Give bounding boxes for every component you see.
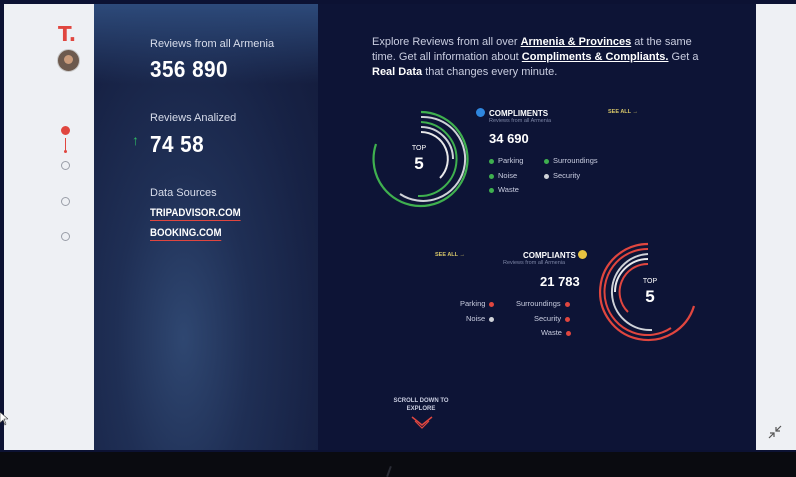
cursor-icon xyxy=(0,412,8,426)
source-link-tripadvisor[interactable]: TRIPADVISOR.COM xyxy=(150,207,241,221)
compliment-item-surroundings[interactable]: Surroundings xyxy=(544,156,598,165)
scroll-line-1: SCROLL DOWN TO xyxy=(393,398,449,404)
step-indicator-1[interactable] xyxy=(61,126,70,135)
legend-dot xyxy=(564,301,570,307)
legend-dot xyxy=(489,158,494,164)
see-all-label: SEE ALL xyxy=(435,252,458,258)
legend-dot xyxy=(489,301,495,307)
legend-dot xyxy=(565,330,571,336)
legend-label: Security xyxy=(534,314,562,323)
step-indicator-3[interactable] xyxy=(61,197,70,206)
compliment-item-parking[interactable]: Parking xyxy=(489,156,523,165)
legend-label: Waste xyxy=(541,328,562,337)
collapse-icon[interactable] xyxy=(768,425,782,439)
legend-dot xyxy=(565,316,571,322)
scroll-line-2: EXPLORE xyxy=(406,406,436,412)
chevron-down-icon[interactable] xyxy=(410,415,434,431)
step-progress-line xyxy=(64,138,67,153)
smile-icon xyxy=(476,108,485,117)
legend-label: Surroundings xyxy=(553,156,598,165)
compliment-item-waste[interactable]: Waste xyxy=(489,185,519,194)
intro-text-part: that changes every minute. xyxy=(422,66,558,78)
right-sidebar xyxy=(756,4,796,450)
avatar-face-icon xyxy=(64,55,73,64)
legend-dot xyxy=(489,173,494,179)
monitor-bezel xyxy=(0,452,796,477)
reviews-all-value: 356 890 xyxy=(150,56,228,82)
step-indicator-4[interactable] xyxy=(61,232,70,241)
main-content: Explore Reviews from all over Armenia & … xyxy=(318,4,756,450)
compliant-item-noise[interactable]: Noise xyxy=(466,314,495,323)
intro-text: Explore Reviews from all over Armenia & … xyxy=(372,35,702,80)
arrow-right-icon: → xyxy=(459,252,465,258)
compliments-count: 34 690 xyxy=(489,131,529,146)
compliants-title: COMPLIANTS xyxy=(523,251,576,260)
compliment-item-security[interactable]: Security xyxy=(544,171,580,180)
frown-icon xyxy=(578,250,587,259)
intro-text-part: Get a xyxy=(668,51,699,63)
real-data-highlight: Real Data xyxy=(372,66,423,78)
source-link-booking[interactable]: BOOKING.COM xyxy=(150,227,222,241)
see-all-label: SEE ALL xyxy=(608,109,631,115)
compliments-title: COMPLIMENTS xyxy=(489,109,549,118)
hero-panel: Reviews from all Armenia 356 890 Reviews… xyxy=(94,4,318,450)
compliant-item-waste[interactable]: Waste xyxy=(541,328,571,337)
reviews-analyzed-value: 74 58 xyxy=(150,131,205,157)
compliants-count: 21 783 xyxy=(540,274,580,289)
scroll-down-prompt[interactable]: SCROLL DOWN TO EXPLORE xyxy=(389,397,453,413)
legend-label: Noise xyxy=(466,314,486,323)
armenia-provinces-link[interactable]: Armenia & Provinces xyxy=(521,36,632,48)
left-sidebar xyxy=(4,4,94,450)
legend-label: Parking xyxy=(498,156,524,165)
legend-label: Security xyxy=(553,171,581,180)
step-indicator-2[interactable] xyxy=(61,161,70,170)
compliant-item-parking[interactable]: Parking xyxy=(460,299,495,308)
avatar[interactable] xyxy=(57,49,80,72)
compliment-item-noise[interactable]: Noise xyxy=(489,171,517,180)
up-arrow-icon: ↑ xyxy=(132,132,139,148)
arrow-right-icon: → xyxy=(632,109,638,115)
compliments-top-number: 5 xyxy=(414,154,424,173)
legend-label: Parking xyxy=(460,299,486,308)
reviews-analyzed-label: Reviews Analized xyxy=(150,112,237,124)
intro-text-part: Explore Reviews from all over xyxy=(372,36,521,48)
compliants-top-number: 5 xyxy=(645,287,655,306)
legend-label: Surroundings xyxy=(516,299,561,308)
legend-dot xyxy=(544,158,549,164)
legend-dot xyxy=(489,187,494,193)
logo[interactable]: T. xyxy=(58,22,76,46)
compliants-top-label: TOP xyxy=(642,278,658,285)
data-sources-label: Data Sources xyxy=(150,187,217,199)
compliants-see-all-link[interactable]: SEE ALL → xyxy=(435,252,465,258)
legend-dot xyxy=(544,173,549,179)
compliments-top-label: TOP xyxy=(411,145,427,152)
compliments-subtitle: Reviews from all Armenia xyxy=(489,118,552,124)
compliant-item-security[interactable]: Security xyxy=(534,314,571,323)
compliments-compliants-link[interactable]: Compliments & Compliants. xyxy=(522,51,669,63)
reviews-all-label: Reviews from all Armenia xyxy=(150,38,275,50)
legend-dot xyxy=(489,316,495,322)
compliant-item-surroundings[interactable]: Surroundings xyxy=(516,299,570,308)
compliants-subtitle: Reviews from all Armenia xyxy=(503,260,566,266)
legend-label: Waste xyxy=(498,185,519,194)
compliments-see-all-link[interactable]: SEE ALL → xyxy=(608,109,638,115)
legend-label: Noise xyxy=(498,171,518,180)
